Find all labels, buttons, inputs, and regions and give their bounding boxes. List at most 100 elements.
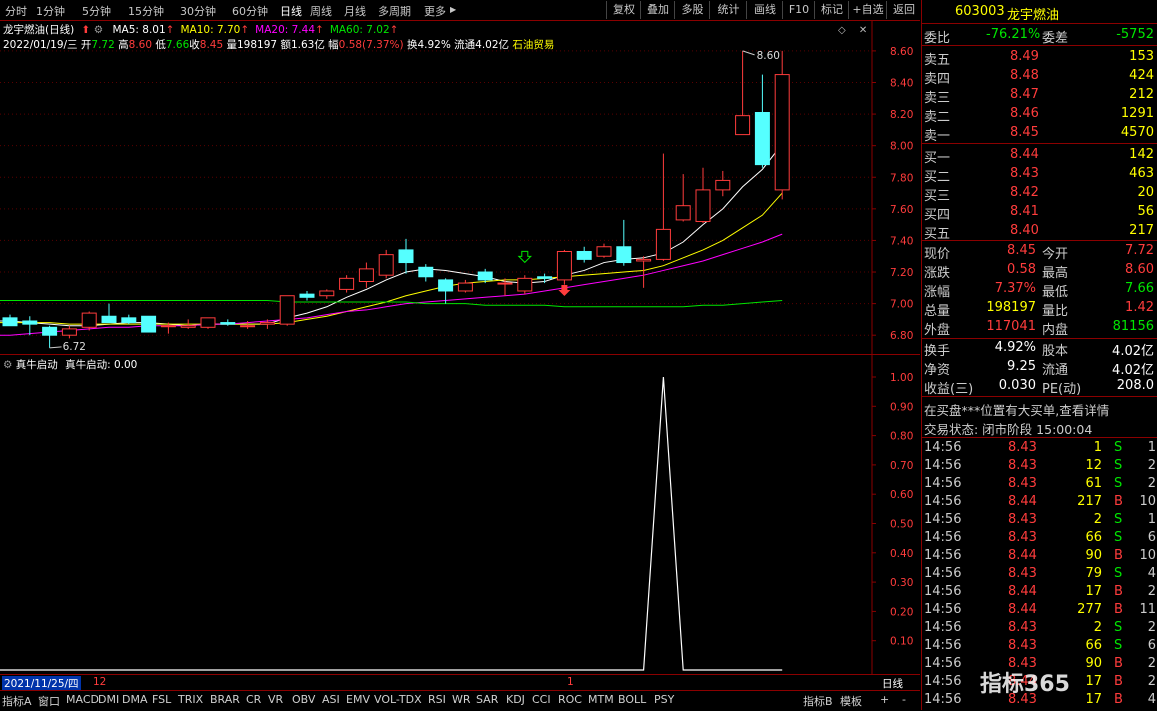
weicha-value: -5752 xyxy=(1116,27,1154,42)
candle[interactable] xyxy=(517,275,533,295)
candle[interactable] xyxy=(101,303,117,324)
y-tick-label: 0.40 xyxy=(890,548,913,560)
candle[interactable] xyxy=(378,249,394,279)
candle[interactable] xyxy=(457,279,473,293)
indicator-tab-11[interactable]: ASI xyxy=(322,693,340,706)
indicator-tab-17[interactable]: KDJ xyxy=(506,693,525,706)
timeframe-4[interactable]: 30分钟 xyxy=(180,3,216,19)
candle[interactable] xyxy=(418,264,434,282)
candle[interactable] xyxy=(774,50,790,200)
candle[interactable] xyxy=(319,289,335,299)
candle[interactable] xyxy=(616,219,632,266)
candle[interactable] xyxy=(200,317,216,329)
bid-row[interactable]: 买三 8.42 20 xyxy=(922,184,1157,204)
indicator-tab-15[interactable]: WR xyxy=(452,693,471,706)
timeframe-5[interactable]: 60分钟 xyxy=(232,3,268,19)
indicator-tab-3[interactable]: DMI xyxy=(98,693,119,706)
indicator-tab-22[interactable]: PSY xyxy=(654,693,674,706)
indicator-tab-6[interactable]: TRIX xyxy=(178,693,203,706)
template-tab-0[interactable]: 指标B xyxy=(803,693,833,709)
template-tab-1[interactable]: 模板 xyxy=(840,693,862,709)
ask-row[interactable]: 卖一 8.45 4570 xyxy=(922,124,1157,144)
indicator-tab-16[interactable]: SAR xyxy=(476,693,498,706)
indicator-tab-7[interactable]: BRAR xyxy=(210,693,240,706)
candle[interactable] xyxy=(735,50,751,136)
toolbar-button-2[interactable]: 多股 xyxy=(674,1,710,19)
candle[interactable] xyxy=(61,325,77,339)
ask-row[interactable]: 卖四 8.48 424 xyxy=(922,67,1157,87)
trade-direction: B xyxy=(1114,548,1123,563)
candle[interactable] xyxy=(22,316,38,336)
timeframe-10[interactable]: 更多 xyxy=(424,3,446,19)
timeframe-0[interactable]: 分时 xyxy=(5,3,27,19)
indicator-tab-1[interactable]: 窗口 xyxy=(38,693,60,709)
candle[interactable] xyxy=(715,170,731,197)
timeframe-6[interactable]: 日线 xyxy=(280,3,302,19)
toolbar-button-6[interactable]: 标记 xyxy=(814,1,849,19)
template-tab-2[interactable]: + xyxy=(880,693,889,706)
toolbar-button-4[interactable]: 画线 xyxy=(746,1,783,19)
ask-row[interactable]: 卖二 8.46 1291 xyxy=(922,105,1157,125)
timeframe-7[interactable]: 周线 xyxy=(310,3,332,19)
timeframe-8[interactable]: 月线 xyxy=(344,3,366,19)
indicator-tab-14[interactable]: RSI xyxy=(428,693,446,706)
bid-row[interactable]: 买五 8.40 217 xyxy=(922,222,1157,242)
timeframe-3[interactable]: 15分钟 xyxy=(128,3,164,19)
bid-row[interactable]: 买四 8.41 56 xyxy=(922,203,1157,223)
candle[interactable] xyxy=(121,314,137,325)
template-tab-3[interactable]: - xyxy=(902,693,906,706)
bid-row[interactable]: 买二 8.43 463 xyxy=(922,165,1157,185)
toolbar-button-8[interactable]: 返回 xyxy=(886,1,921,19)
toolbar-button-0[interactable]: 复权 xyxy=(606,1,641,19)
toolbar-button-7[interactable]: +自选 xyxy=(848,1,887,19)
kline-chart[interactable]: 8.60 8.40 8.20 8.00 7.80 7.60 7.40 7.20 7.00 6.80… xyxy=(0,21,920,355)
ask-row[interactable]: 卖三 8.47 212 xyxy=(922,86,1157,106)
indicator-tab-4[interactable]: DMA xyxy=(122,693,148,706)
candle[interactable] xyxy=(42,325,58,348)
candle[interactable] xyxy=(141,315,157,333)
indicator-tab-18[interactable]: CCI xyxy=(532,693,551,706)
toolbar-button-1[interactable]: 叠加 xyxy=(640,1,675,19)
candle[interactable] xyxy=(339,275,355,293)
candle[interactable] xyxy=(655,153,671,261)
divider xyxy=(922,240,1157,241)
indicator-tab-0[interactable]: 指标A xyxy=(2,693,32,709)
candle[interactable] xyxy=(576,246,592,263)
indicator-tab-20[interactable]: MTM xyxy=(588,693,614,706)
candle[interactable] xyxy=(556,249,572,285)
candle[interactable] xyxy=(2,314,18,327)
candle[interactable] xyxy=(358,262,374,288)
big-order-notice[interactable]: 在买盘***位置有大买单,查看详情 xyxy=(922,399,1157,418)
indicator-tab-10[interactable]: OBV xyxy=(292,693,315,706)
candle[interactable] xyxy=(299,290,315,301)
timeframe-2[interactable]: 5分钟 xyxy=(82,3,111,19)
candle[interactable] xyxy=(220,319,236,326)
indicator-tab-21[interactable]: BOLL xyxy=(618,693,646,706)
indicator-pane[interactable]: ⚙ 真牛启动 真牛启动: 0.00 1.00 0.90 0.80 0.70 0.60 0.… xyxy=(0,354,920,675)
bid-row[interactable]: 买一 8.44 142 xyxy=(922,146,1157,166)
toolbar-button-3[interactable]: 统计 xyxy=(709,1,747,19)
indicator-tab-13[interactable]: VOL-TDX xyxy=(374,693,422,706)
ask-row[interactable]: 卖五 8.49 153 xyxy=(922,48,1157,68)
indicator-tab-12[interactable]: EMV xyxy=(346,693,370,706)
more-arrow-icon[interactable]: ▶ xyxy=(450,5,456,14)
candle[interactable] xyxy=(398,238,414,274)
indicator-tab-5[interactable]: FSL xyxy=(152,693,171,706)
x-axis-period[interactable]: 日线 xyxy=(882,676,903,691)
candle[interactable] xyxy=(497,278,513,296)
timeframe-1[interactable]: 1分钟 xyxy=(36,3,65,19)
indicator-tab-8[interactable]: CR xyxy=(246,693,261,706)
timeframe-9[interactable]: 多周期 xyxy=(378,3,411,19)
toolbar-button-5[interactable]: F10 xyxy=(782,1,815,19)
candle[interactable] xyxy=(675,174,691,222)
candle[interactable] xyxy=(754,74,770,168)
indicator-tab-19[interactable]: ROC xyxy=(558,693,582,706)
indicator-tab-2[interactable]: MACD xyxy=(66,693,99,706)
candle[interactable] xyxy=(279,295,295,326)
kline-pane[interactable]: 龙宇燃油(日线) ⬆ ⚙ MA5: 8.01↑ MA10: 7.70↑ MA20: … xyxy=(0,20,920,355)
indicator-chart[interactable]: 1.00 0.90 0.80 0.70 0.60 0.50 0.40 0.30 0.20 0.10 xyxy=(0,355,920,675)
indicator-tab-9[interactable]: VR xyxy=(268,693,283,706)
candle[interactable] xyxy=(596,243,612,258)
candle[interactable] xyxy=(81,311,97,331)
candle[interactable] xyxy=(695,167,711,224)
